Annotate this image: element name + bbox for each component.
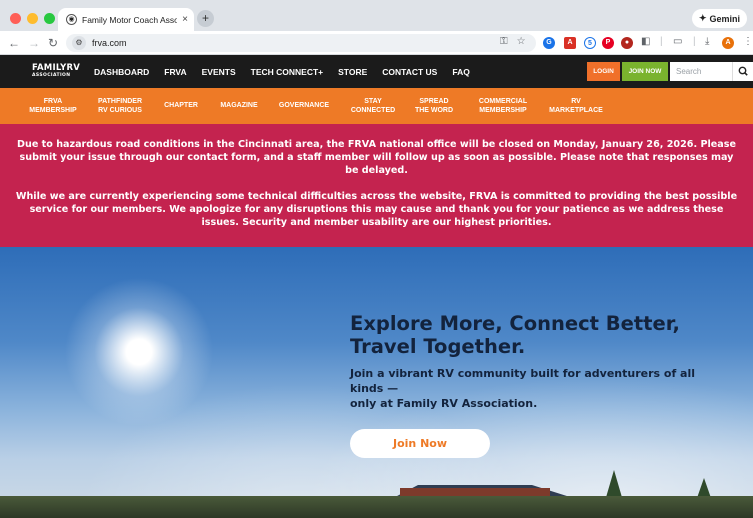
hero-section: Explore More, Connect Better, Travel Tog… [0, 247, 753, 518]
browser-tab-bar: ◉ Family Motor Coach Associati × + ✦ Gem… [0, 0, 753, 31]
technical-difficulties-notice: While we are currently experiencing some… [15, 190, 738, 229]
toolbar-divider: | [660, 36, 663, 47]
hero-subtitle-line1: Join a vibrant RV community built for ad… [350, 367, 696, 396]
subnav-stay-connected[interactable]: STAY CONNECTED [344, 88, 402, 124]
logo-wordmark: FAMILYRV [32, 63, 81, 73]
nav-link-faq[interactable]: FAQ [452, 67, 469, 77]
extension-red-icon[interactable]: ● [621, 37, 633, 49]
nav-link-events[interactable]: EVENTS [202, 67, 236, 77]
tab-title: Family Motor Coach Associati [82, 14, 178, 25]
subnav-governance[interactable]: GOVERNANCE [272, 88, 336, 124]
side-panel-icon[interactable]: ▭ [673, 36, 682, 47]
pinterest-icon[interactable]: P [602, 37, 614, 49]
window-minimize-button[interactable] [27, 13, 38, 24]
subnav-frva-membership[interactable]: FRVA MEMBERSHIP [24, 88, 82, 124]
subnav-commercial-membership[interactable]: COMMERCIAL MEMBERSHIP [468, 88, 538, 124]
secondary-nav: FRVA MEMBERSHIP PATHFINDER RV CURIOUS CH… [0, 88, 753, 124]
reload-icon[interactable]: ↻ [48, 36, 58, 50]
password-key-icon[interactable]: ⚿ [500, 36, 508, 47]
hero-title: Explore More, Connect Better, Travel Tog… [350, 312, 680, 359]
site-favicon-icon: ◉ [66, 14, 77, 25]
site-header: FAMILYRV ASSOCIATION DASHBOARD FRVA EVEN… [0, 55, 753, 88]
subnav-chapter[interactable]: CHAPTER [158, 88, 204, 124]
frva-logo[interactable]: FAMILYRV ASSOCIATION [32, 64, 80, 78]
hero-join-now-button[interactable]: Join Now [350, 429, 490, 458]
browser-tab[interactable]: ◉ Family Motor Coach Associati × [58, 8, 194, 31]
address-bar[interactable]: ⚙ frva.com [66, 34, 536, 52]
gemini-button[interactable]: ✦ Gemini [691, 9, 747, 28]
extension-pdf-icon[interactable]: A [564, 37, 576, 49]
browser-toolbar: ← → ↻ ⚙ frva.com ⚿ ☆ G A 5 P ● ◧ | ▭ | ⤓… [0, 31, 753, 55]
login-button[interactable]: LOGIN [587, 62, 620, 81]
gemini-label: Gemini [709, 13, 740, 24]
nav-link-dashboard[interactable]: DASHBOARD [94, 67, 149, 77]
url-text: frva.com [92, 38, 127, 48]
nav-link-contact-us[interactable]: CONTACT US [382, 67, 437, 77]
alert-banner: Due to hazardous road conditions in the … [0, 124, 753, 247]
forward-arrow-icon[interactable]: → [28, 36, 40, 50]
extension-blue-icon[interactable]: G [543, 37, 555, 49]
subnav-rv-marketplace[interactable]: RV MARKETPLACE [540, 88, 612, 124]
subnav-pathfinder[interactable]: PATHFINDER RV CURIOUS [90, 88, 150, 124]
nav-link-store[interactable]: STORE [338, 67, 367, 77]
menu-kebab-icon[interactable]: ⋮ [743, 36, 753, 47]
extensions-puzzle-icon[interactable]: ◧ [641, 36, 650, 47]
sparkle-icon: ✦ [698, 13, 707, 23]
back-arrow-icon[interactable]: ← [8, 36, 20, 50]
new-tab-button[interactable]: + [197, 10, 214, 27]
bookmark-star-icon[interactable]: ☆ [517, 36, 526, 47]
site-settings-icon[interactable]: ⚙ [72, 36, 86, 50]
profile-avatar[interactable]: A [722, 37, 734, 49]
hero-subtitle-line2: only at Family RV Association. [350, 397, 538, 411]
nav-link-frva[interactable]: FRVA [164, 67, 186, 77]
office-closure-notice: Due to hazardous road conditions in the … [17, 139, 736, 177]
subnav-spread-the-word[interactable]: SPREAD THE WORD [408, 88, 460, 124]
toolbar-divider-2: | [693, 36, 696, 47]
logo-subtitle: ASSOCIATION [32, 72, 71, 78]
hero-subtitle: Join a vibrant RV community built for ad… [350, 366, 730, 412]
search-button[interactable] [732, 62, 753, 81]
tab-close-icon[interactable]: × [182, 14, 188, 25]
join-now-nav-button[interactable]: JOIN NOW [622, 62, 668, 81]
omnibox-actions: ⚿ ☆ [500, 36, 526, 47]
nav-link-tech-connect[interactable]: TECH CONNECT+ [251, 67, 324, 77]
search-input[interactable] [670, 62, 732, 81]
window-zoom-button[interactable] [44, 13, 55, 24]
download-icon[interactable]: ⤓ [705, 36, 709, 47]
extension-s-icon[interactable]: 5 [584, 37, 596, 49]
search-icon [738, 66, 748, 76]
hero-ground [0, 496, 753, 518]
window-close-button[interactable] [10, 13, 21, 24]
subnav-magazine[interactable]: MAGAZINE [212, 88, 266, 124]
main-nav: DASHBOARD FRVA EVENTS TECH CONNECT+ STOR… [94, 55, 470, 88]
